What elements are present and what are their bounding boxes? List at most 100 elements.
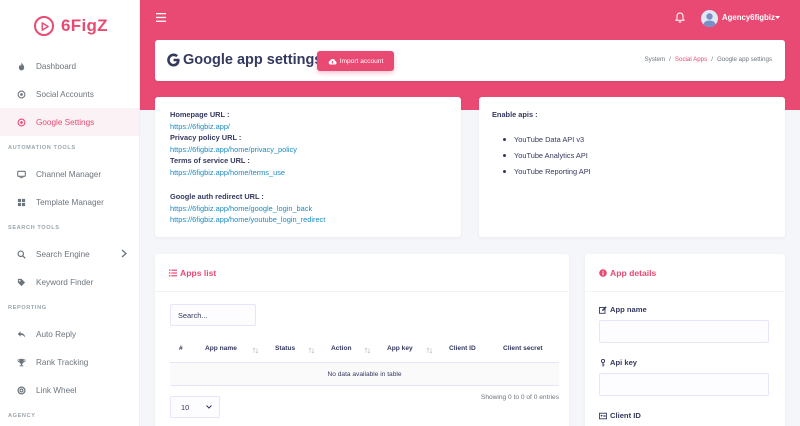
brand[interactable]: 6FigZ [0,0,139,52]
hamburger-menu-icon[interactable] [156,13,166,22]
sidebar-item-social-accounts[interactable]: Social Accounts [0,80,139,108]
google-icon [167,53,180,67]
bullet [503,138,506,141]
title-card: Google app settings Import account Syste… [155,40,785,81]
avatar[interactable] [701,10,718,27]
sidebar-item-auto-reply[interactable]: Auto Reply [0,320,139,348]
api-list-item: YouTube Reporting API [503,167,591,176]
sidebar-item-label: Google Settings [36,117,95,127]
user-name[interactable]: Agency6figbiz [722,13,775,22]
terms-of-service-link[interactable]: https://6figbiz.app/home/terms_use [170,168,285,177]
sort-icon[interactable] [308,347,315,354]
redirect-url-link[interactable]: https://6figbiz.app/home/youtube_login_r… [170,215,325,224]
breadcrumb: System / Social Apps / Google app settin… [645,56,773,63]
api-name: YouTube Reporting API [514,167,591,176]
sort-icon[interactable] [252,347,259,354]
breadcrumb-social-apps[interactable]: Social Apps [675,56,707,63]
app-name-field[interactable] [599,320,769,343]
apps-list-title: Apps list [169,268,216,278]
import-account-label: Import account [339,57,384,65]
table-info: Showing 0 to 0 of 0 entries [480,394,559,401]
client-id-label: Client ID [599,411,641,420]
app-name-label: App name [599,305,647,314]
homepage-url-label: Homepage URL : [170,110,230,119]
chevron-down-icon [206,405,212,409]
edit-icon [599,305,607,314]
column-header-client-secret[interactable]: Client secret [503,345,543,352]
chevron-right-icon [121,249,127,258]
sort-icon[interactable] [364,347,371,354]
api-key-field[interactable] [599,373,769,396]
app-name-label-text: App name [610,305,647,314]
api-list-item: YouTube Analytics API [503,151,588,160]
sidebar-item-keyword-finder[interactable]: Keyword Finder [0,268,139,296]
page-length-select[interactable]: 10 [170,396,220,418]
grid-icon [16,197,26,207]
sidebar-item-channel-manager[interactable]: Channel Manager [0,160,139,188]
fire-icon [16,61,26,71]
caret-down-icon[interactable] [775,16,780,19]
sidebar: 6FigZ Dashboard Social Accounts Google S… [0,0,140,426]
terms-of-service-label: Terms of service URL : [170,156,250,165]
breadcrumb-separator: / [711,56,713,63]
privacy-policy-link[interactable]: https://6figbiz.app/home/privacy_policy [170,145,297,154]
bell-icon[interactable] [675,12,685,23]
column-header-app-key[interactable]: App key [387,345,413,352]
sidebar-section-automation: AUTOMATION TOOLS [8,145,76,151]
sidebar-item-search-engine[interactable]: Search Engine [0,240,139,268]
sidebar-section-agency: AGENCY [8,413,36,419]
api-name: YouTube Data API v3 [514,135,585,144]
sort-icon[interactable] [426,347,433,354]
redirect-url-link[interactable]: https://6figbiz.app/home/google_login_ba… [170,204,312,213]
id-card-icon [599,412,607,419]
desktop-icon [16,169,26,179]
sidebar-item-template-manager[interactable]: Template Manager [0,188,139,216]
play-logo-icon [34,16,54,36]
page-length-value: 10 [181,402,190,412]
table-header: # App name Status Action App key Client … [170,335,559,363]
sidebar-item-label: Search Engine [36,249,90,259]
privacy-policy-label: Privacy policy URL : [170,133,242,142]
sidebar-item-dashboard[interactable]: Dashboard [0,52,139,80]
circle-dot-icon [16,117,26,127]
sidebar-item-rank-tracking[interactable]: Rank Tracking [0,348,139,376]
tag-icon [16,277,26,287]
sidebar-section-search: SEARCH TOOLS [8,225,60,231]
life-ring-icon [16,385,26,395]
sidebar-item-google-settings[interactable]: Google Settings [0,108,139,136]
import-account-button[interactable]: Import account [317,51,394,71]
column-header-index[interactable]: # [179,345,183,352]
redirect-url-label: Google auth redirect URL : [170,192,264,201]
breadcrumb-separator: / [669,56,671,63]
api-key-label: Api key [599,358,637,367]
column-header-app-name[interactable]: App name [205,345,237,352]
app-details-card: App details App name Api key Client ID [585,254,785,426]
page-title: Google app settings [183,52,323,68]
sidebar-item-label: Dashboard [36,61,77,71]
enable-apis-label: Enable apis : [492,110,538,119]
sidebar-item-label: Social Accounts [36,89,94,99]
cloud-upload-icon [328,58,337,64]
column-header-action[interactable]: Action [331,345,352,352]
column-header-client-id[interactable]: Client ID [449,345,476,352]
sidebar-item-link-wheel[interactable]: Link Wheel [0,376,139,404]
search-icon [16,249,26,259]
apps-table: # App name Status Action App key Client … [170,335,559,386]
app-details-header: App details [585,254,785,292]
list-icon [169,269,177,277]
breadcrumb-system[interactable]: System [645,56,666,63]
circle-dot-icon [16,89,26,99]
bullet [503,170,506,173]
search-input[interactable] [170,304,256,326]
reply-icon [16,329,26,339]
key-icon [600,358,606,367]
sidebar-item-label: Link Wheel [36,385,77,395]
table-empty-row: No data available in table [170,363,559,386]
bullet [503,154,506,157]
api-list-item: YouTube Data API v3 [503,135,584,144]
enabled-apis-card: Enable apis : YouTube Data API v3 YouTub… [479,97,785,237]
sidebar-item-label: Template Manager [36,197,104,207]
column-header-status[interactable]: Status [275,345,295,352]
brand-name: 6FigZ [61,16,108,35]
homepage-url-link[interactable]: https://6figbiz.app/ [170,122,230,131]
